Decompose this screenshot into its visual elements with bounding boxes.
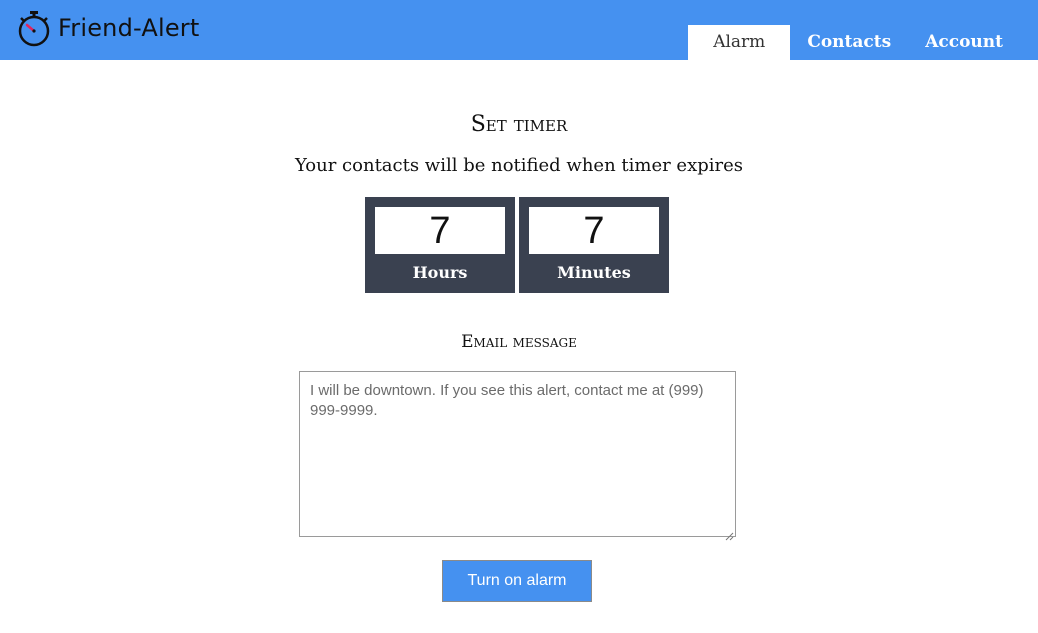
timer-subtitle: Your contacts will be notified when time…	[294, 155, 744, 176]
minutes-label: Minutes	[557, 263, 631, 282]
hours-box: 7 Hours	[365, 197, 515, 293]
app-name: Friend-Alert	[58, 14, 200, 42]
tab-alarm[interactable]: Alarm	[688, 25, 791, 60]
timer-picker: 7 Hours 7 Minutes	[365, 197, 669, 293]
page-title: Set timer	[470, 112, 568, 137]
minutes-input[interactable]: 7	[529, 207, 659, 254]
minutes-box: 7 Minutes	[519, 197, 669, 293]
email-message-textarea[interactable]: I will be downtown. If you see this aler…	[299, 371, 736, 541]
turn-on-alarm-button[interactable]: Turn on alarm	[442, 560, 592, 602]
tab-contacts[interactable]: Contacts	[790, 25, 908, 60]
email-message-heading: Email message	[461, 332, 577, 352]
app-logo[interactable]: Friend-Alert	[16, 8, 199, 48]
resize-handle-icon[interactable]	[725, 526, 734, 541]
top-header: Friend-Alert Alarm Contacts Account	[0, 0, 1038, 60]
main-nav: Alarm Contacts Account	[688, 25, 1020, 60]
stopwatch-icon	[16, 8, 52, 48]
hours-input[interactable]: 7	[375, 207, 505, 254]
hours-label: Hours	[412, 263, 468, 282]
email-message-text: I will be downtown. If you see this aler…	[310, 382, 704, 419]
tab-account[interactable]: Account	[908, 25, 1020, 60]
